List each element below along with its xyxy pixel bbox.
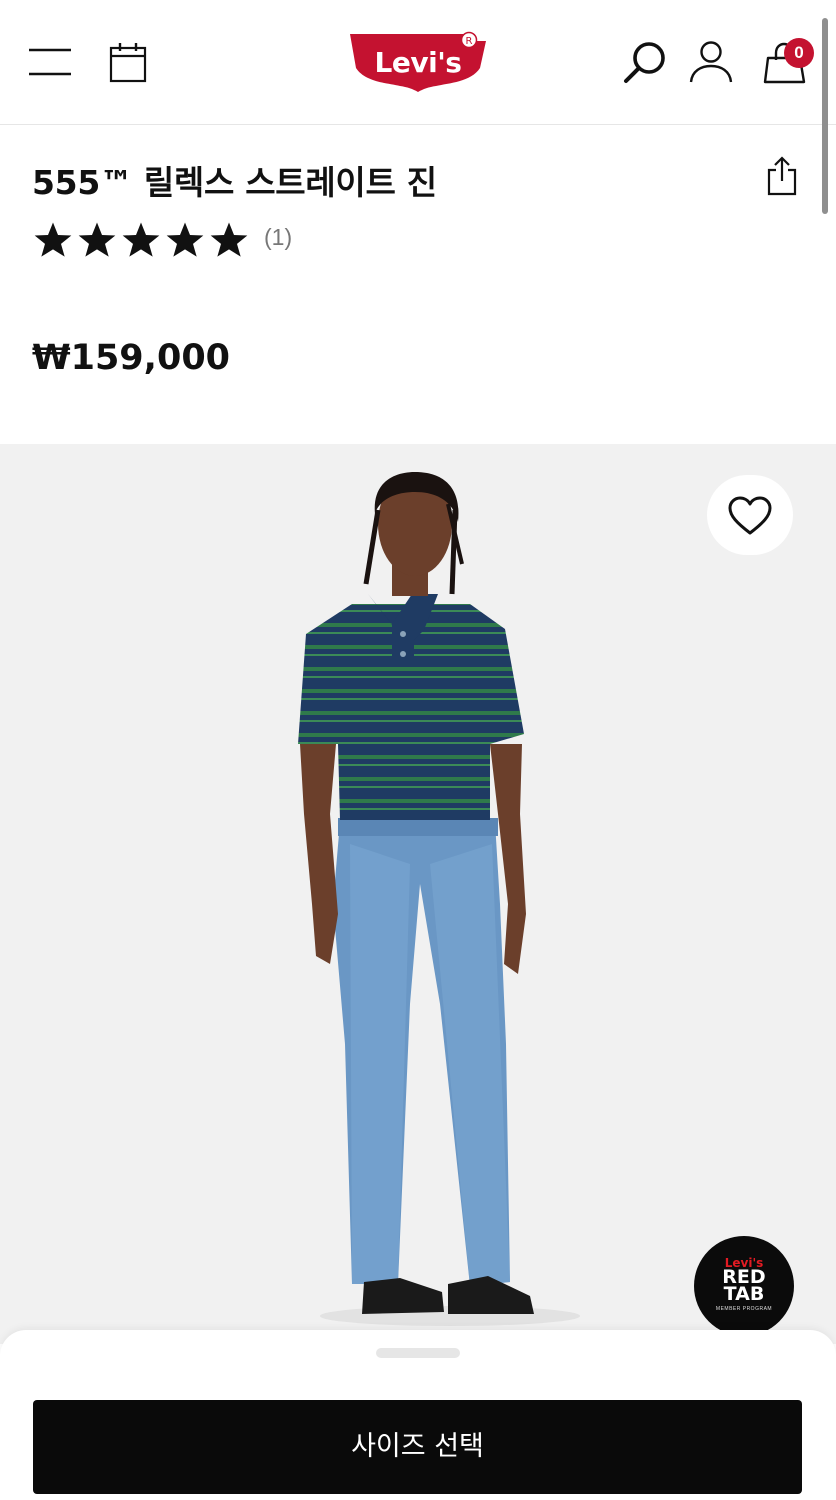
scrollbar[interactable] [822,18,828,214]
rating-stars[interactable] [32,220,250,260]
cart-count-badge: 0 [784,38,814,68]
levis-logo[interactable]: R Levi's [349,30,487,94]
heart-icon [728,496,772,535]
red-tab-line2: TAB [723,1283,765,1305]
wishlist-button[interactable] [707,475,793,555]
red-tab-title: RED TAB [694,1268,794,1305]
logo-text: Levi's [374,46,462,79]
menu-icon[interactable] [28,46,72,78]
star-icon [34,222,72,257]
star-icon [78,222,116,257]
star-icon [122,222,160,257]
calendar-icon[interactable] [108,42,148,84]
top-header: R Levi's 0 [0,0,836,125]
red-tab-badge[interactable]: Levi's RED TAB MEMBER PROGRAM [694,1236,794,1336]
star-icon [166,222,204,257]
account-icon[interactable] [689,40,733,86]
sheet-handle[interactable] [376,1348,460,1358]
search-icon[interactable] [622,40,668,86]
product-price: ₩159,000 [32,338,231,378]
select-size-button[interactable]: 사이즈 선택 [33,1400,802,1494]
product-image[interactable] [0,444,836,1344]
red-tab-subtitle: MEMBER PROGRAM [715,1306,773,1312]
share-icon[interactable] [766,156,798,196]
review-count[interactable]: (1) [264,224,292,251]
bottom-sheet: 사이즈 선택 [0,1330,836,1500]
product-title: 555™ 릴렉스 스트레이트 진 [32,163,437,202]
model-photo [298,472,580,1326]
star-icon [210,222,248,257]
